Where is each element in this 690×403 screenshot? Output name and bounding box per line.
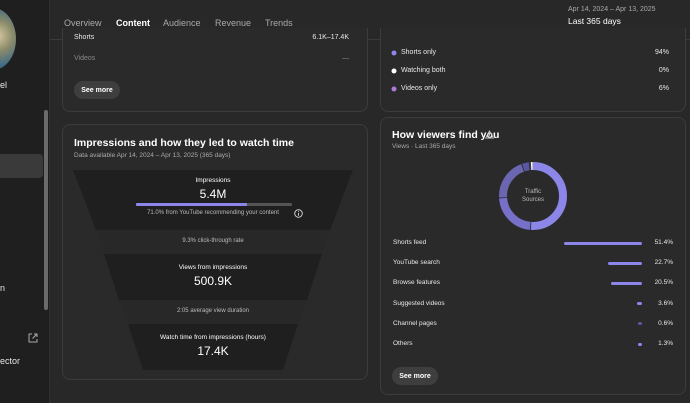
date-range-picker[interactable]: Apr 14, 2024 – Apr 13, 2025 Last 365 day… — [568, 6, 656, 26]
traffic-source-label[interactable]: YouTube search — [393, 259, 440, 266]
sidebar-item-fragment-2[interactable]: ector — [0, 356, 20, 366]
traffic-source-value: 20.5% — [654, 279, 673, 287]
date-range-text: Apr 14, 2024 – Apr 13, 2025 — [568, 6, 656, 13]
viewer-row-value-videos-only: 6% — [658, 85, 669, 92]
avd-note: 2:05 average view duration — [176, 308, 250, 314]
impressions-funnel: Impressions 5.4M 71.0% from YouTube reco… — [73, 170, 353, 370]
see-more-button[interactable]: See more — [74, 81, 120, 99]
viewer-type-card: Shorts only 94% Watching both 0% Videos … — [380, 28, 686, 112]
donut-label-line2: Sources — [521, 197, 544, 203]
sidebar-item-fragment[interactable]: n — [0, 283, 5, 293]
traffic-source-value: 51.4% — [654, 239, 673, 246]
traffic-source-bar — [638, 322, 642, 326]
views-value: 500.9K — [193, 274, 233, 288]
impressions-value: 5.4M — [199, 187, 227, 201]
info-icon[interactable] — [294, 209, 303, 218]
traffic-card-subtitle: Views · Last 365 days — [392, 143, 456, 150]
impressions-progress-track — [136, 203, 292, 206]
traffic-source-bar — [610, 281, 642, 285]
tab-revenue[interactable]: Revenue — [215, 18, 251, 28]
impressions-label: Impressions — [195, 177, 231, 184]
legend-dot-shorts-only — [391, 50, 397, 56]
traffic-source-bar — [636, 302, 642, 306]
channel-avatar[interactable] — [0, 8, 16, 70]
tab-trends[interactable]: Trends — [265, 18, 293, 28]
traffic-source-label[interactable]: Browse features — [393, 279, 440, 286]
legend-dot-videos-only — [391, 86, 397, 92]
impressions-progress-fill — [136, 203, 247, 206]
views-label: Views from impressions — [178, 264, 248, 271]
row-label-shorts: Shorts — [74, 34, 95, 41]
watch-time-value: 17.4K — [197, 344, 229, 358]
impressions-funnel-card: Impressions and how they led to watch ti… — [62, 124, 368, 380]
traffic-source-label[interactable]: Shorts feed — [393, 239, 426, 246]
traffic-source-bar — [564, 241, 642, 245]
date-range-label: Last 365 days — [568, 16, 621, 26]
traffic-source-label[interactable]: Suggested videos — [393, 300, 445, 307]
traffic-source-value: 1.3% — [658, 340, 673, 347]
traffic-source-bar — [607, 261, 642, 265]
row-value-shorts: 6.1K–17.4K — [312, 34, 349, 41]
tab-audience[interactable]: Audience — [163, 18, 201, 28]
traffic-source-label[interactable]: Channel pages — [393, 320, 437, 327]
sidebar-scrollbar[interactable] — [44, 110, 48, 310]
viewer-row-value-shorts-only: 94% — [654, 49, 669, 56]
traffic-source-bar — [638, 342, 642, 346]
donut-label-line1: Traffic — [524, 189, 542, 195]
traffic-card-title: How viewers find you — [392, 129, 500, 141]
row-value-videos: — — [342, 55, 349, 62]
tab-content[interactable]: Content — [116, 18, 150, 28]
warning-icon[interactable] — [485, 130, 494, 139]
traffic-source-value: 3.6% — [658, 299, 673, 307]
traffic-source-label[interactable]: Others — [393, 340, 413, 347]
external-link-icon[interactable] — [28, 333, 38, 343]
viewer-row-label-watching-both: Watching both — [401, 67, 446, 74]
channel-name-fragment: el — [0, 80, 8, 90]
tab-overview[interactable]: Overview — [64, 18, 102, 28]
traffic-source-value: 22.7% — [654, 259, 673, 267]
ctr-note: 9.3% click-through rate — [182, 238, 244, 244]
donut-center-label: Traffic Sources — [493, 188, 573, 204]
legend-dot-watching-both — [391, 68, 397, 74]
impressions-note: 71.0% from YouTube recommending your con… — [147, 210, 279, 216]
viewer-row-label-videos-only: Videos only — [401, 85, 438, 92]
sidebar-active-item[interactable] — [0, 154, 43, 178]
impressions-card-title: Impressions and how they led to watch ti… — [74, 137, 294, 149]
traffic-source-value: 0.6% — [658, 319, 673, 327]
left-sidebar: el n ector — [0, 0, 50, 403]
viewer-row-value-watching-both: 0% — [658, 67, 669, 74]
content-type-card: Shorts 6.1K–17.4K Videos — See more — [62, 28, 368, 112]
traffic-sources-card: How viewers find you Views · Last 365 da… — [380, 117, 686, 395]
viewer-row-label-shorts-only: Shorts only — [401, 49, 437, 56]
watch-time-label: Watch time from impressions (hours) — [160, 334, 266, 341]
traffic-see-more-button[interactable]: See more — [392, 367, 438, 385]
impressions-card-subtitle: Data available Apr 14, 2024 – Apr 13, 20… — [74, 152, 231, 159]
row-label-videos: Videos — [74, 55, 96, 62]
